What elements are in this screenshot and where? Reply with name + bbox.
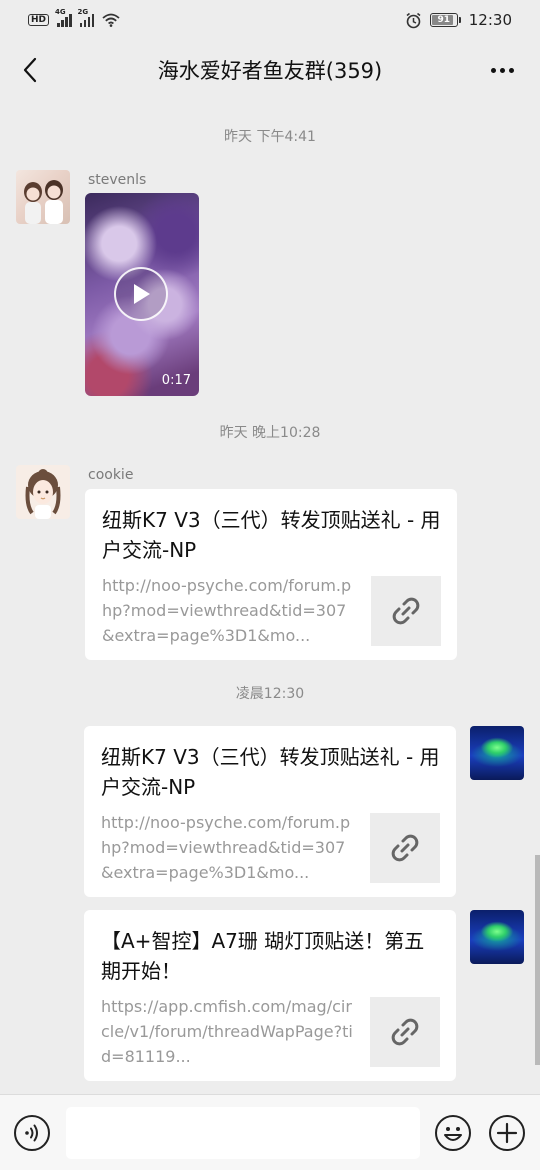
message-timestamp: 昨天 晚上10:28 [219,425,321,441]
battery-level: 91 [437,15,451,25]
chevron-left-icon [23,57,37,83]
link-thumbnail [371,576,441,646]
link-title: 纽斯K7 V3（三代）转发顶贴送礼 - 用户交流-NP [101,745,440,799]
avatar[interactable] [16,465,70,519]
avatar[interactable] [470,726,524,780]
voice-button[interactable] [14,1115,50,1151]
avatar-image [25,469,61,519]
alarm-icon [406,12,421,28]
message-list[interactable]: 昨天 下午4:41 stevenls 0:17 昨天 晚上10:28 cooki… [0,100,540,1094]
link-icon [391,834,419,862]
hd-voice-icon: HD [28,14,50,26]
wifi-icon [102,13,120,27]
link-url: http://noo-psyche.com/forum.php?mod=view… [101,813,351,882]
sim2-network-label: 2G [77,8,89,16]
link-thumbnail [370,813,440,883]
message-timestamp: 凌晨12:30 [235,686,305,702]
voice-icon [25,1124,38,1142]
sim1-network-label: 4G [55,8,66,16]
message-input[interactable] [66,1107,420,1159]
message-timestamp: 昨天 下午4:41 [224,129,316,145]
play-button[interactable] [114,267,168,321]
back-button[interactable] [12,52,48,88]
signal-icon: 2G [78,8,95,27]
status-time: 12:30 [468,11,512,29]
plus-icon [496,1122,518,1144]
link-message[interactable]: 【A+智控】A7珊 瑚灯顶贴送！第五期开始！ https://app.cmfis… [84,910,456,1081]
emoji-icon [444,1127,462,1141]
link-icon [391,1018,419,1046]
link-message[interactable]: 纽斯K7 V3（三代）转发顶贴送礼 - 用户交流-NP http://noo-p… [84,726,456,897]
link-title: 【A+智控】A7珊 瑚灯顶贴送！第五期开始！ [101,929,425,983]
status-bar: HD 4G 2G 91 12:30 [0,0,540,40]
link-icon [392,597,420,625]
chat-title: 海水爱好者鱼友群(359) [157,59,383,83]
link-message[interactable]: 纽斯K7 V3（三代）转发顶贴送礼 - 用户交流-NP http://noo-p… [85,489,457,660]
sender-name: cookie [88,467,134,483]
video-duration: 0:17 [161,373,191,388]
input-bar [0,1094,540,1170]
battery-icon: 91 [429,13,461,27]
scrollbar[interactable] [535,855,540,1065]
emoji-button[interactable] [435,1115,471,1151]
sender-name: stevenls [88,172,147,188]
video-message[interactable]: 0:17 [85,193,199,396]
more-icon [490,67,514,73]
link-url: http://noo-psyche.com/forum.php?mod=view… [102,576,352,645]
signal-icon: 4G [55,8,72,27]
avatar[interactable] [16,170,70,224]
plus-button[interactable] [489,1115,525,1151]
link-thumbnail [370,997,440,1067]
play-icon [134,284,150,304]
more-button[interactable] [484,52,520,88]
avatar[interactable] [470,910,524,964]
link-url: https://app.cmfish.com/mag/circle/v1/for… [101,997,353,1066]
chat-header: 海水爱好者鱼友群(359) [0,40,540,100]
link-title: 纽斯K7 V3（三代）转发顶贴送礼 - 用户交流-NP [102,508,441,562]
avatar-image [24,180,63,224]
